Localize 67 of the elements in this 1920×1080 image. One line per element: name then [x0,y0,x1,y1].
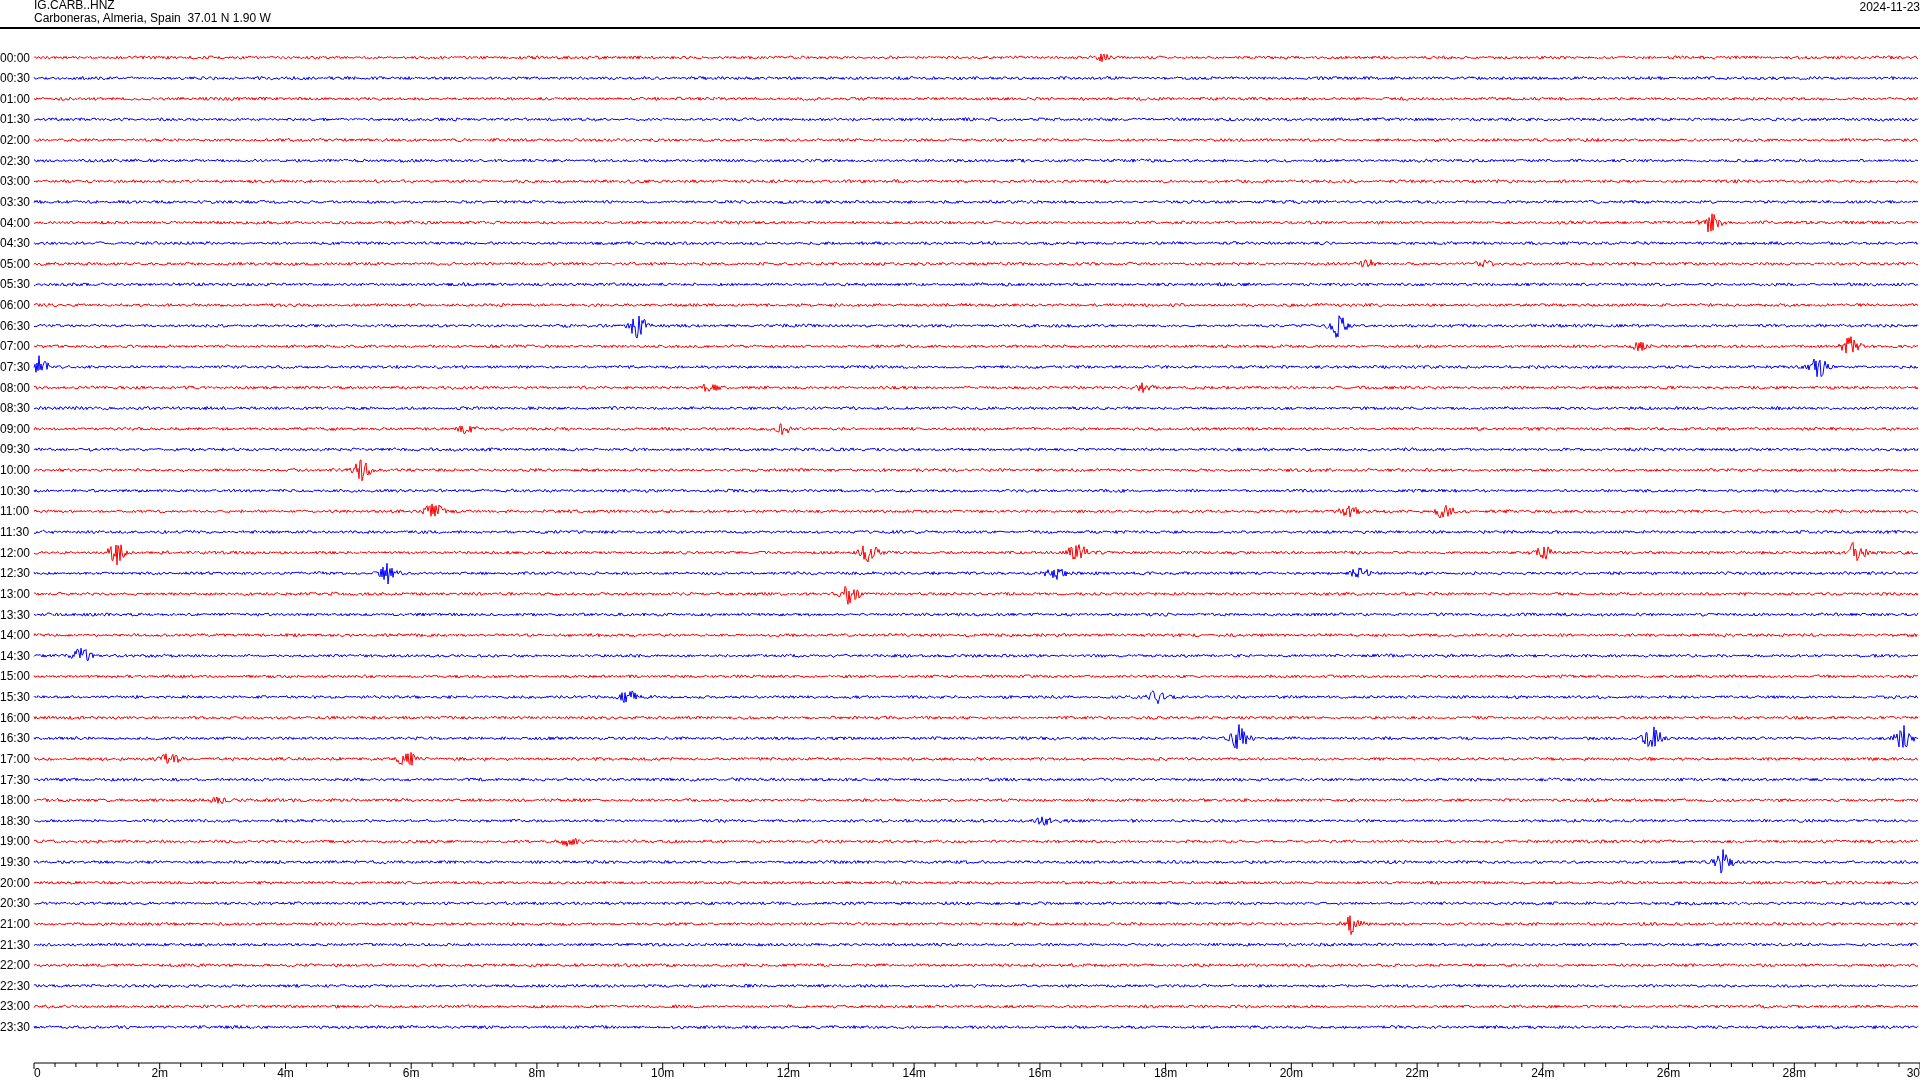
time-label: 18:30 [0,813,31,828]
time-label: 08:30 [0,401,31,416]
axis-tick-label: 0 [34,1066,41,1079]
axis-tick-label: 16m [1028,1066,1052,1079]
time-label: 04:30 [0,236,31,251]
axis-tick-label: 26m [1656,1066,1681,1079]
axis-tick-label: 24m [1531,1066,1555,1079]
time-label: 15:30 [0,690,31,705]
axis-tick-label: 22m [1405,1066,1429,1079]
time-label: 13:30 [0,607,31,622]
time-label: 23:00 [0,999,31,1014]
axis-tick-label: 20m [1279,1066,1303,1079]
time-label: 19:00 [0,834,31,849]
time-label: 21:00 [0,916,31,931]
axis-tick-label: 4m [277,1066,294,1079]
time-label: 17:30 [0,772,31,787]
time-label: 10:00 [0,463,31,478]
time-label: 01:00 [0,91,31,106]
time-label: 00:30 [0,71,31,86]
time-label: 19:30 [0,855,31,870]
time-label: 08:00 [0,380,31,395]
axis-tick-label: 14m [902,1066,926,1079]
axis-tick-label: 12m [776,1066,801,1079]
time-label: 14:30 [0,648,31,663]
time-label: 11:30 [0,525,30,539]
time-label: 22:30 [0,978,31,993]
axis-tick-label: 10m [651,1066,675,1079]
time-label: 06:00 [0,298,31,313]
time-label: 15:00 [0,669,31,684]
time-label: 05:30 [0,277,31,292]
time-label: 12:00 [0,545,31,560]
time-label: 17:00 [0,751,31,766]
time-label: 13:00 [0,586,31,601]
station-code: IG.CARB..HNZ [34,0,116,12]
time-label: 02:00 [0,133,31,147]
time-label: 21:30 [0,937,31,952]
axis-tick-label: 6m [402,1066,420,1079]
time-label: 22:00 [0,958,31,973]
station-location: Carboneras, Almeria, Spain 37.01 N 1.90 W [34,12,271,25]
axis-tick-label: 8m [528,1066,546,1079]
time-label: 07:00 [0,339,31,354]
time-label: 07:30 [0,359,31,374]
time-label: 16:30 [0,731,31,746]
axis-tick-label: 2m [151,1066,169,1079]
time-label: 02:30 [0,153,31,168]
axis-tick-label: 30 [1906,1066,1920,1079]
time-label: 09:30 [0,442,31,457]
time-label: 14:00 [0,628,31,643]
time-label: 03:30 [0,194,31,209]
axis-tick-label: 18m [1153,1066,1178,1079]
time-label: 05:00 [0,256,31,271]
time-label: 18:00 [0,793,31,808]
time-label: 04:00 [0,215,31,230]
time-label: 03:00 [0,174,31,189]
time-label: 11:00 [0,504,30,519]
axis-tick-label: 28m [1782,1066,1806,1079]
time-label: 20:30 [0,896,31,911]
time-label: 12:30 [0,566,31,581]
time-label: 06:30 [0,318,31,333]
time-label: 09:00 [0,421,31,436]
time-label: 00:00 [0,50,31,65]
time-label: 16:00 [0,710,31,725]
plot-date: 2024-11-23 [1859,0,1920,16]
time-label: 23:30 [0,1020,31,1035]
time-label: 10:30 [0,483,31,498]
time-label: 20:00 [0,875,31,890]
time-label: 01:30 [0,112,31,127]
